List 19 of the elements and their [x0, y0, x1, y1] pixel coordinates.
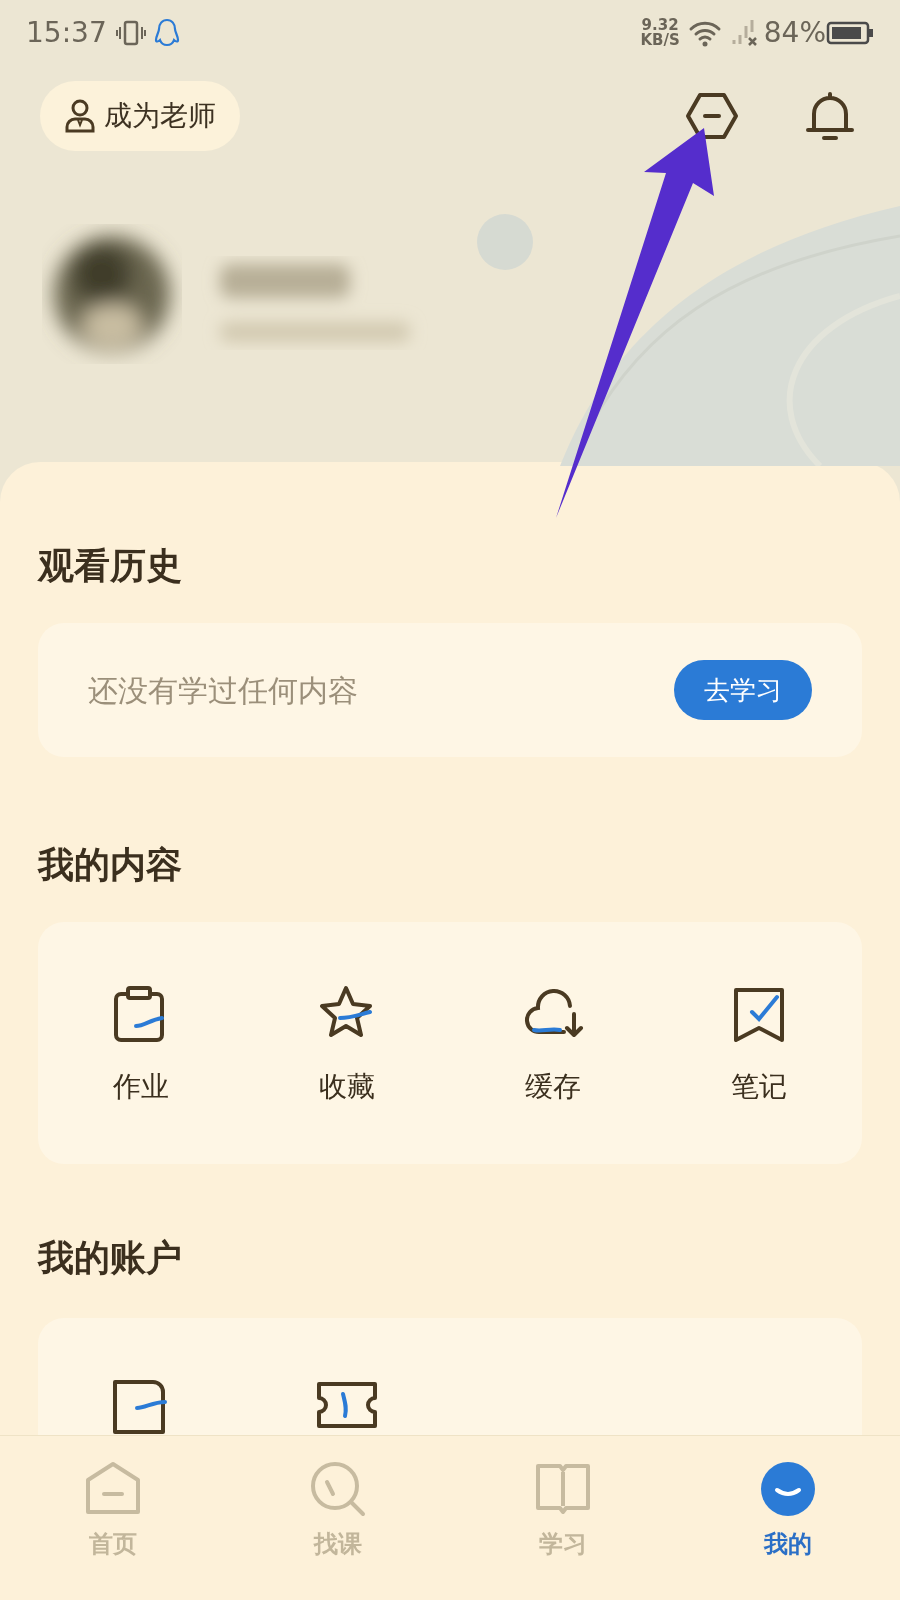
battery-icon: [826, 20, 874, 46]
person-icon: [64, 98, 96, 134]
section-title: 我的账户: [38, 1236, 183, 1280]
content-item[interactable]: 缓存: [450, 984, 656, 1165]
content-item[interactable]: 笔记: [656, 984, 862, 1165]
status-time: 15:37: [26, 15, 107, 51]
section-title: 观看历史: [38, 544, 183, 588]
become-teacher-button[interactable]: 成为老师: [40, 81, 240, 151]
content-item[interactable]: 作业: [38, 984, 244, 1165]
network-speed-unit: KB/S: [640, 33, 680, 48]
content-item[interactable]: 收藏: [244, 984, 450, 1165]
go-study-button[interactable]: 去学习: [674, 660, 812, 721]
nav-tab[interactable]: 我的: [675, 1436, 900, 1600]
battery-percentage: 84%: [763, 15, 826, 51]
network-speed: 9.32: [640, 18, 680, 33]
empty-history-text: 还没有学过任何内容: [88, 671, 358, 710]
penguin-icon: [152, 17, 181, 49]
section-title: 我的内容: [38, 843, 183, 887]
hexagon-menu-icon[interactable]: [684, 91, 740, 141]
